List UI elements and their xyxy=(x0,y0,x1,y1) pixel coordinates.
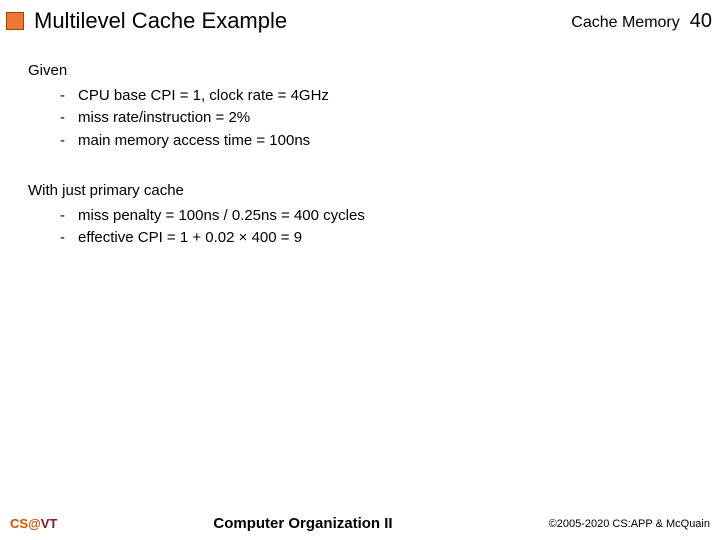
logo-vt: VT xyxy=(41,516,58,531)
dash-icon: - xyxy=(60,227,78,250)
slide-footer: CS@VT Computer Organization II ©2005-202… xyxy=(0,515,720,532)
list-item: - miss penalty = 100ns / 0.25ns = 400 cy… xyxy=(60,205,692,228)
given-heading: Given xyxy=(28,60,692,83)
slide-title: Multilevel Cache Example xyxy=(34,8,571,34)
footer-copyright: ©2005-2020 CS:APP & McQuain xyxy=(549,518,710,530)
dash-icon: - xyxy=(60,205,78,228)
bullet-text: CPU base CPI = 1, clock rate = 4GHz xyxy=(78,85,329,108)
given-list: - CPU base CPI = 1, clock rate = 4GHz - … xyxy=(60,85,692,153)
bullet-text: miss penalty = 100ns / 0.25ns = 400 cycl… xyxy=(78,205,365,228)
slide-content: Given - CPU base CPI = 1, clock rate = 4… xyxy=(0,40,720,298)
list-item: - miss rate/instruction = 2% xyxy=(60,107,692,130)
list-item: - CPU base CPI = 1, clock rate = 4GHz xyxy=(60,85,692,108)
dash-icon: - xyxy=(60,85,78,108)
primary-list: - miss penalty = 100ns / 0.25ns = 400 cy… xyxy=(60,205,692,250)
orange-box-icon xyxy=(6,12,24,30)
footer-course: Computer Organization II xyxy=(57,515,548,532)
list-item: - effective CPI = 1 + 0.02 × 400 = 9 xyxy=(60,227,692,250)
logo-cs: CS xyxy=(10,516,28,531)
slide-number: 40 xyxy=(690,10,712,33)
bullet-text: miss rate/instruction = 2% xyxy=(78,107,250,130)
header-right: Cache Memory 40 xyxy=(571,10,712,33)
slide-header: Multilevel Cache Example Cache Memory 40 xyxy=(0,0,720,40)
footer-logo: CS@VT xyxy=(10,516,57,531)
dash-icon: - xyxy=(60,130,78,153)
primary-heading: With just primary cache xyxy=(28,180,692,203)
list-item: - main memory access time = 100ns xyxy=(60,130,692,153)
bullet-text: effective CPI = 1 + 0.02 × 400 = 9 xyxy=(78,227,302,250)
topic-label: Cache Memory xyxy=(571,14,679,32)
logo-at: @ xyxy=(28,516,41,531)
dash-icon: - xyxy=(60,107,78,130)
bullet-text: main memory access time = 100ns xyxy=(78,130,310,153)
